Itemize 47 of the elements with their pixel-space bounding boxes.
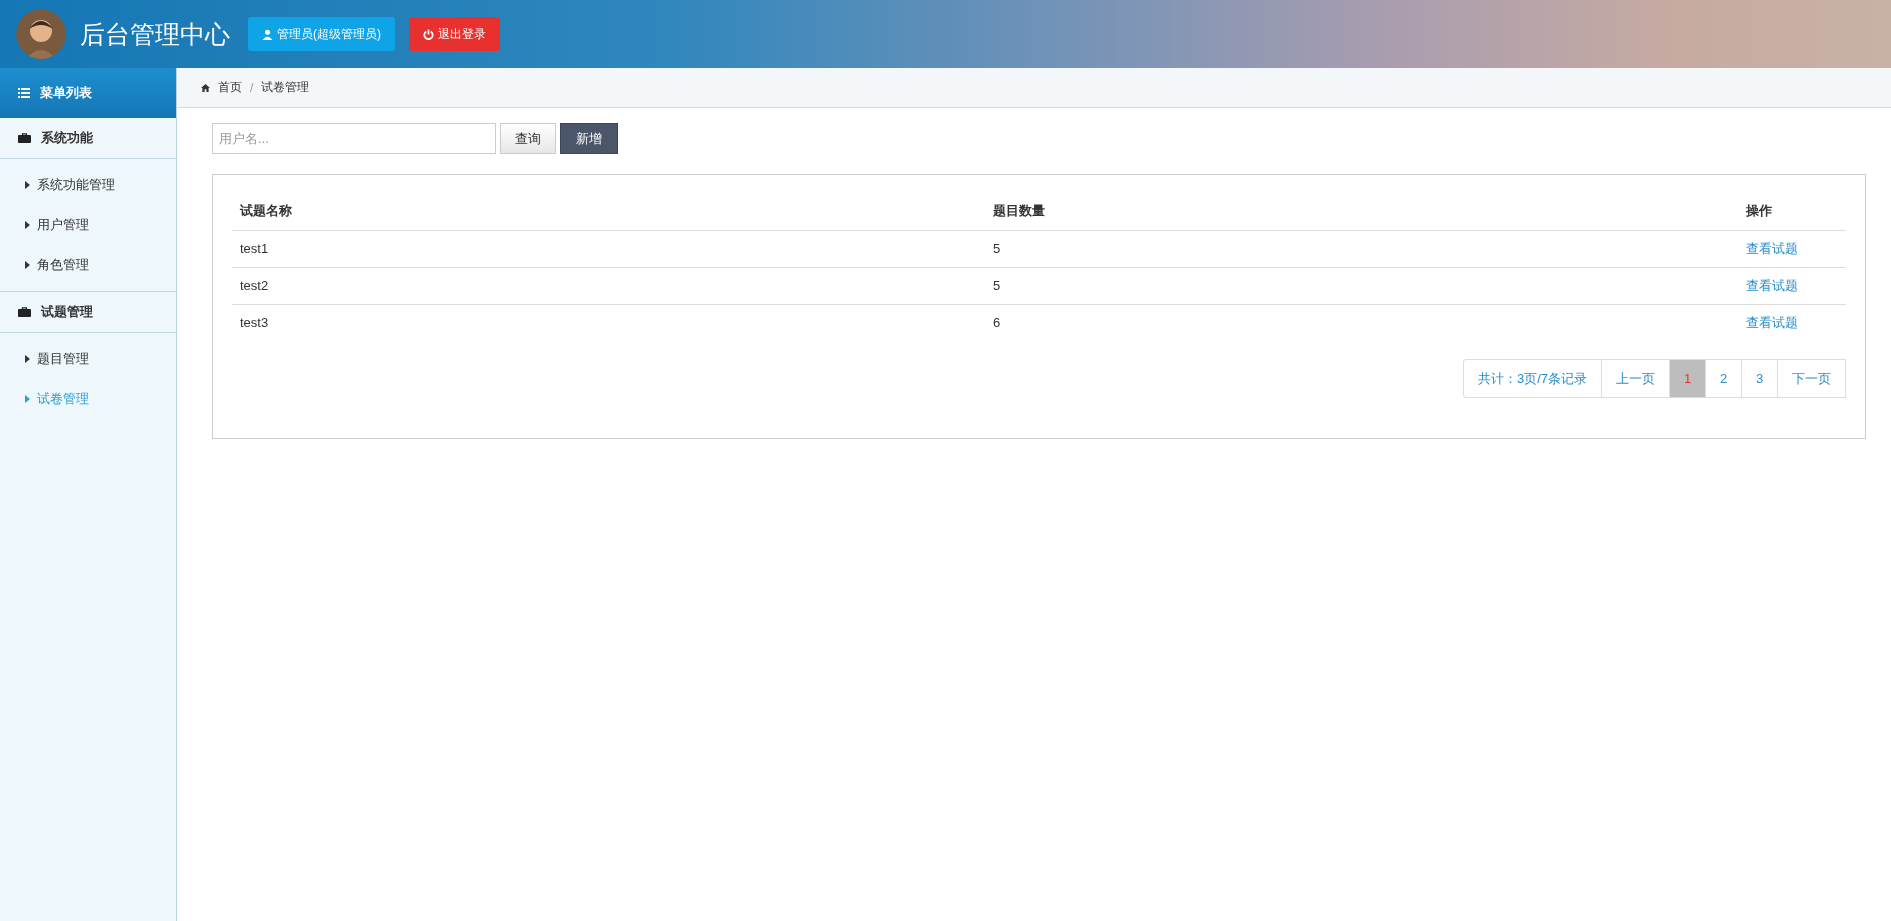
app-title: 后台管理中心 [80,18,230,50]
list-icon [18,88,30,98]
next-page-button[interactable]: 下一页 [1777,359,1846,398]
menu-item[interactable]: 系统功能管理 [0,165,176,205]
menu-item[interactable]: 试卷管理 [0,379,176,419]
view-link[interactable]: 查看试题 [1746,314,1798,330]
page-button[interactable]: 2 [1705,359,1742,398]
menu-item[interactable]: 角色管理 [0,245,176,285]
page-button[interactable]: 1 [1669,359,1706,398]
page-button[interactable]: 3 [1741,359,1778,398]
admin-button[interactable]: 管理员(超级管理员) [248,17,395,51]
view-link[interactable]: 查看试题 [1746,240,1798,256]
user-icon [262,28,273,40]
prev-page-button[interactable]: 上一页 [1601,359,1670,398]
caret-icon [25,261,30,269]
query-button[interactable]: 查询 [500,123,556,154]
column-header: 操作 [1738,193,1846,230]
table-cell: test3 [232,304,985,341]
column-header: 题目数量 [985,193,1738,230]
home-icon [201,83,210,92]
column-header: 试题名称 [232,193,985,230]
caret-icon [25,221,30,229]
breadcrumb-current: 试卷管理 [261,79,310,96]
page-summary: 共计：3页/7条记录 [1462,359,1602,398]
add-button[interactable]: 新增 [560,123,618,154]
table-cell: 5 [985,230,1738,267]
menu-group-label: 系统功能 [41,129,93,147]
table-cell: 6 [985,304,1738,341]
breadcrumb-link[interactable]: 首页 [218,79,242,96]
menu-group-label: 试题管理 [41,303,93,321]
sidebar-title: 菜单列表 [40,84,92,102]
caret-icon [25,355,30,363]
briefcase-icon [18,307,31,317]
breadcrumb-separator: / [250,80,254,95]
briefcase-icon [18,133,31,143]
power-icon [423,28,434,40]
menu-item[interactable]: 用户管理 [0,205,176,245]
table-cell: 5 [985,267,1738,304]
table-cell: test1 [232,230,985,267]
caret-icon [25,395,30,403]
search-field[interactable]: 用户名... [212,123,496,154]
caret-icon [25,181,30,189]
avatar-icon [16,9,66,59]
view-link[interactable]: 查看试题 [1746,277,1798,293]
logout-button[interactable]: 退出登录 [409,17,500,51]
table-cell: test2 [232,267,985,304]
menu-item[interactable]: 题目管理 [0,339,176,379]
